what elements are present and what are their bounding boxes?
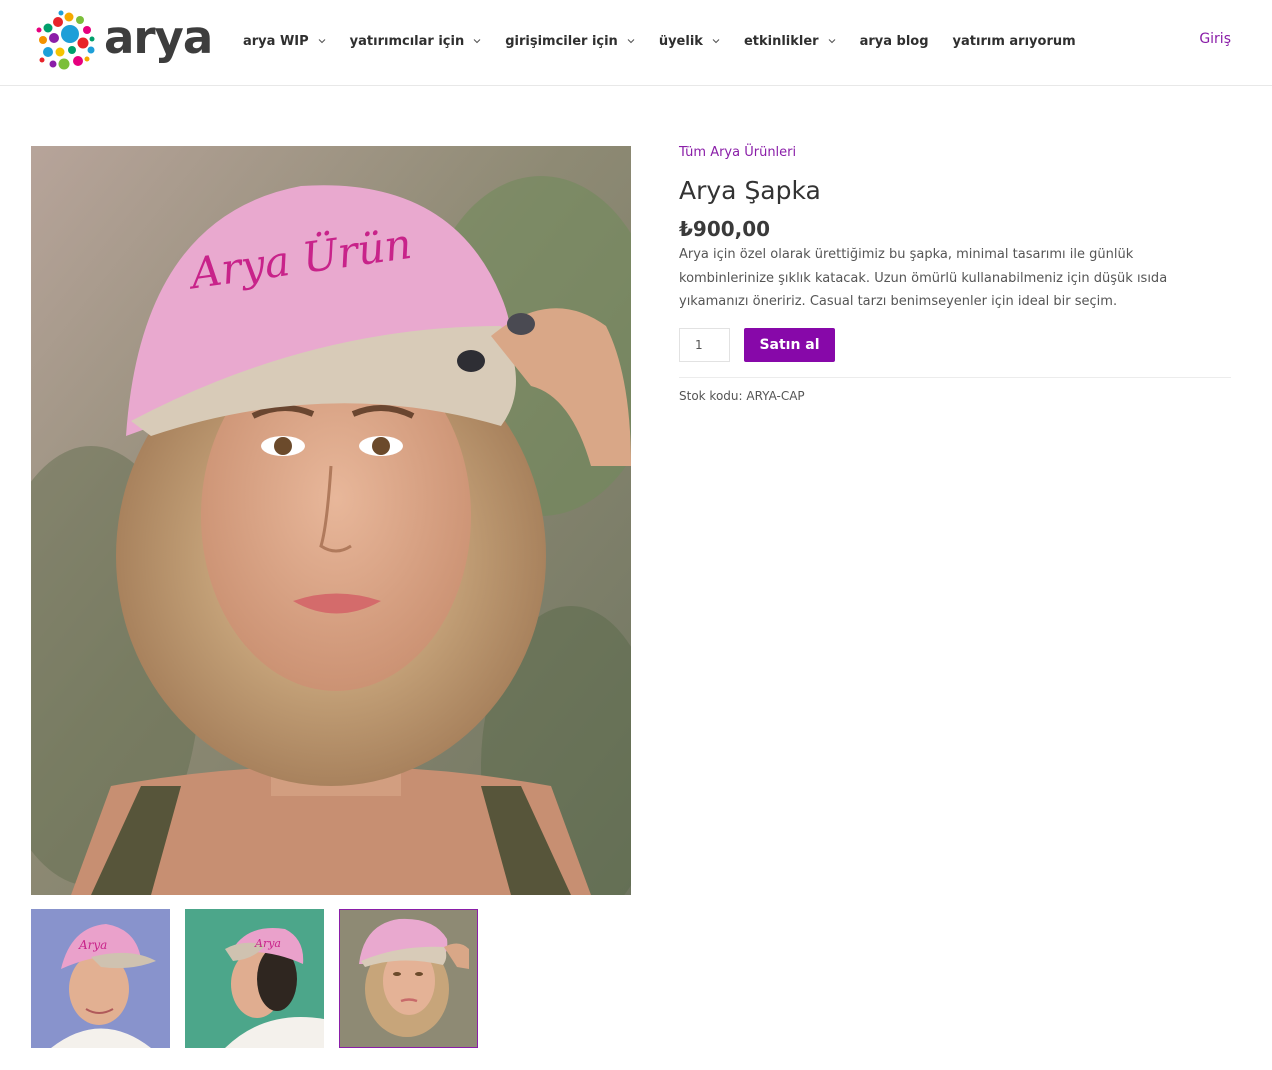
product-sku: Stok kodu: ARYA-CAP [679, 388, 1231, 404]
chevron-down-icon [627, 39, 635, 44]
nav-item-yatirim-ariyorum[interactable]: yatırım arıyorum [953, 34, 1076, 49]
logo-wordmark: arya [104, 11, 213, 64]
thumbnail-2[interactable]: Arya [185, 909, 324, 1048]
nav-item-yatirimcilar[interactable]: yatırımcılar için [350, 34, 482, 49]
nav-item-label: yatırım arıyorum [952, 33, 1076, 49]
nav-item-label: girişimciler için [505, 33, 618, 49]
login-link[interactable]: Giriş [1199, 31, 1231, 47]
product-description: Arya için özel olarak ürettiğimiz bu şap… [679, 247, 1168, 309]
nav-item-label: etkinlikler [743, 33, 819, 49]
add-to-cart-form: Satın al [679, 327, 1231, 362]
product-title: Arya Şapka [679, 176, 821, 205]
quantity-input[interactable] [679, 327, 730, 362]
sku-value: ARYA-CAP [746, 388, 805, 403]
svg-text:Arya: Arya [78, 938, 107, 952]
woman-wearing-pink-cap-photo: Arya Ürün [31, 146, 631, 895]
main-nav: arya WIP yatırımcılar için girişimciler … [243, 30, 1100, 52]
arya-logo[interactable]: arya [34, 10, 213, 72]
chevron-down-icon [712, 39, 720, 44]
chevron-down-icon [473, 39, 481, 44]
nav-item-girisimciler[interactable]: girişimciler için [505, 34, 635, 49]
nav-item-arya-wip[interactable]: arya WIP [243, 34, 326, 49]
nav-item-label: yatırımcılar için [349, 33, 465, 49]
pink-cap-portrait-photo [339, 909, 478, 1048]
nav-item-label: arya WIP [243, 33, 309, 49]
nav-item-label: arya blog [859, 33, 929, 49]
nav-item-arya-blog[interactable]: arya blog [860, 34, 929, 49]
nav-item-uyelik[interactable]: üyelik [659, 34, 720, 49]
product-summary: Tüm Arya Ürünleri Arya Şapka ₺900,00 Ary… [679, 144, 1231, 404]
nav-item-label: üyelik [658, 33, 703, 49]
pink-cap-side-photo: Arya [185, 909, 324, 1048]
nav-item-etkinlikler[interactable]: etkinlikler [744, 34, 836, 49]
pink-cap-front-photo: Arya [31, 909, 170, 1048]
product-main-image[interactable]: Arya Ürün [31, 146, 631, 895]
site-header: arya arya WIP yatırımcılar için girişimc… [0, 0, 1272, 86]
chevron-down-icon [828, 39, 835, 44]
svg-text:Arya: Arya [254, 937, 281, 950]
product-category-link[interactable]: Tüm Arya Ürünleri [679, 144, 1231, 162]
thumbnail-3[interactable] [339, 909, 478, 1048]
sku-label: Stok kodu: [679, 388, 743, 403]
divider [679, 376, 1231, 378]
product-price: ₺900,00 [679, 217, 771, 241]
buy-button[interactable]: Satın al [744, 327, 835, 362]
product-thumbnails: Arya Arya [31, 909, 478, 1048]
logo-dots-icon [36, 10, 95, 70]
chevron-down-icon [318, 39, 326, 44]
thumbnail-1[interactable]: Arya [31, 909, 170, 1048]
